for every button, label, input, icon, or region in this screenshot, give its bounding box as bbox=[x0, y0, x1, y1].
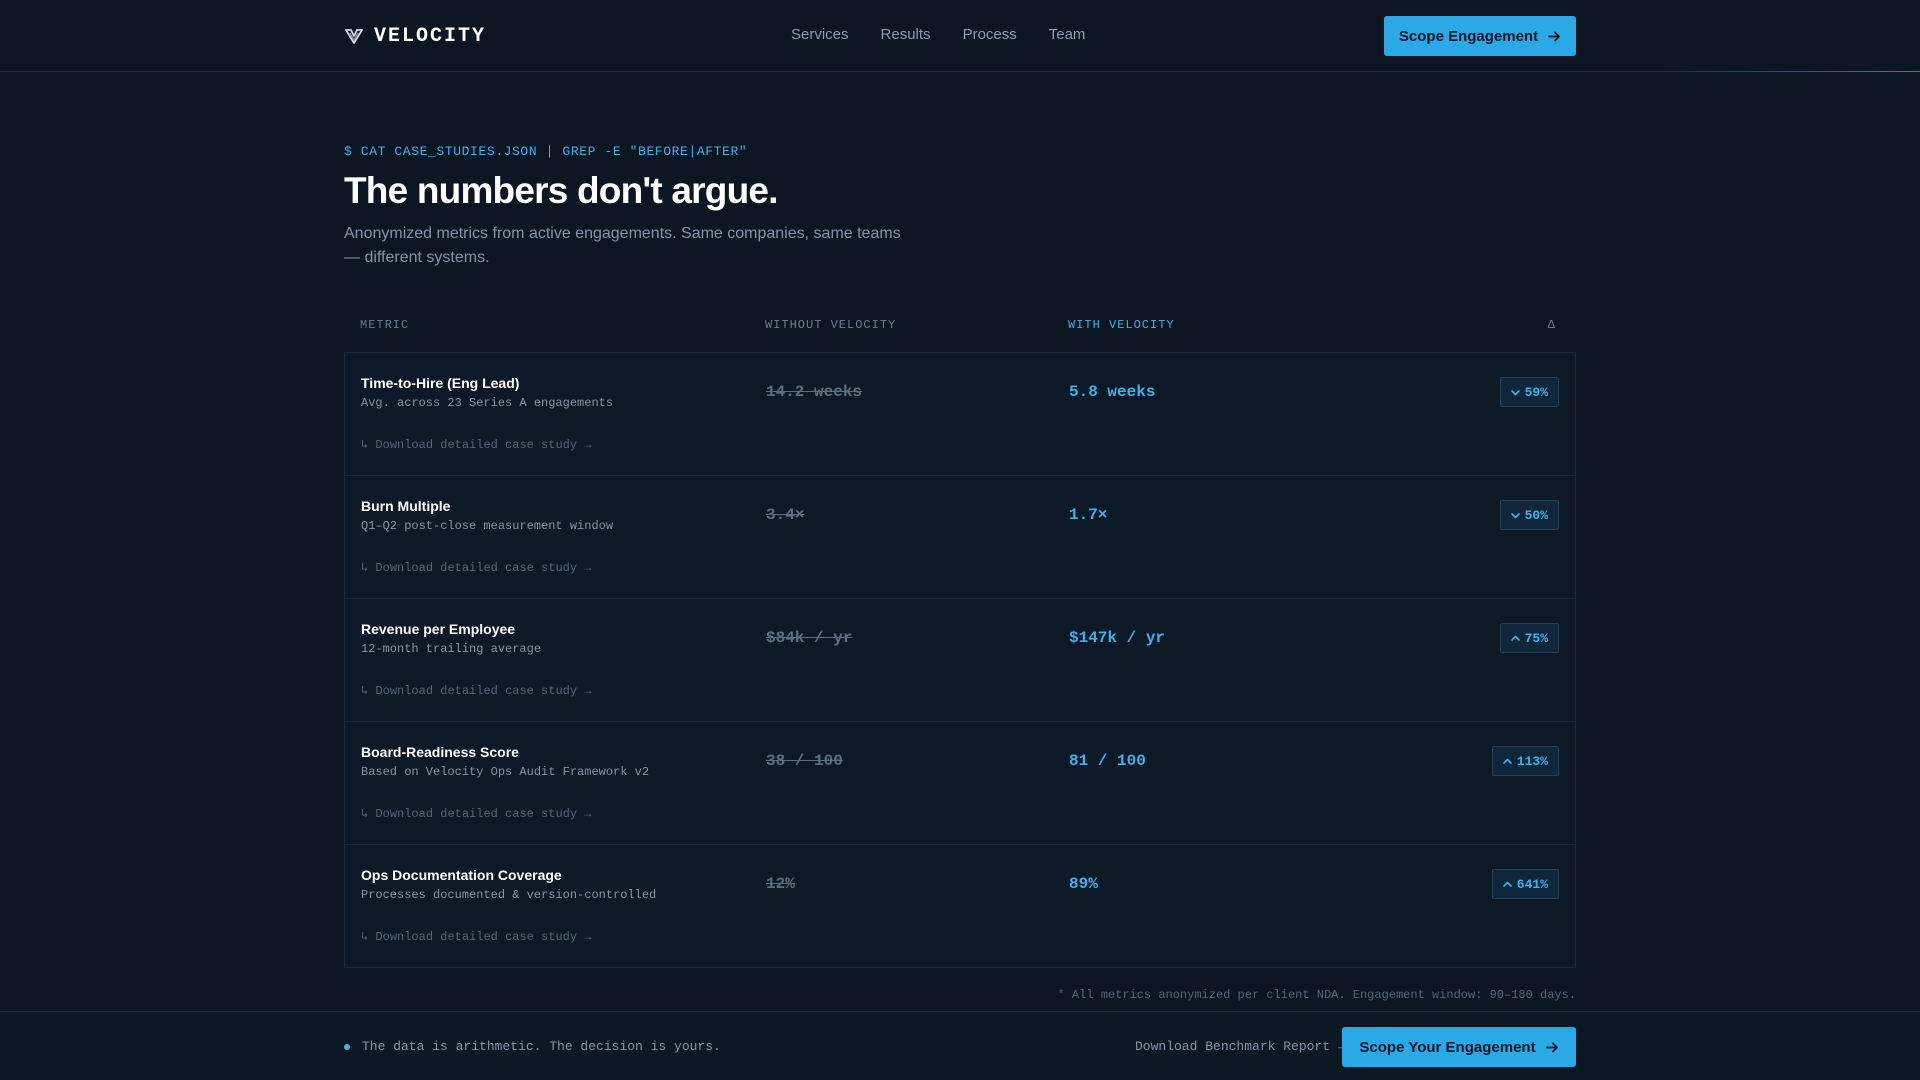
value-without-velocity: 12% bbox=[766, 875, 795, 893]
metric-subtitle: Based on Velocity Ops Audit Framework v2 bbox=[361, 765, 650, 779]
arrow-right-icon bbox=[1545, 1042, 1558, 1052]
footnote: * All metrics anonymized per client NDA.… bbox=[1057, 988, 1576, 1002]
top-nav: VELOCITY Services Results Process Team S… bbox=[0, 0, 1920, 72]
table-row: Ops Documentation Coverage Processes docu… bbox=[345, 845, 1575, 968]
value-without-velocity: 38 / 100 bbox=[766, 752, 843, 770]
nav-link-services[interactable]: Services bbox=[791, 26, 849, 43]
column-header-without: WITHOUT VELOCITY bbox=[765, 318, 897, 332]
metric-subtitle: 12-month trailing average bbox=[361, 642, 542, 656]
nav-links: Services Results Process Team bbox=[791, 26, 1085, 43]
nav-divider-glow bbox=[1660, 71, 1920, 72]
value-with-velocity: 1.7× bbox=[1069, 506, 1108, 524]
table-row: Time-to-Hire (Eng Lead) Avg. across 23 Se… bbox=[345, 353, 1575, 476]
bottom-bar: The data is arithmetic. The decision is … bbox=[0, 1011, 1920, 1080]
velocity-logo-icon bbox=[345, 29, 363, 44]
delta-badge: 59% bbox=[1499, 377, 1559, 407]
nav-link-process[interactable]: Process bbox=[963, 26, 1017, 43]
download-case-study-link[interactable]: ↳ Download detailed case study → bbox=[361, 560, 591, 575]
table-row: Board-Readiness Score Based on Velocity O… bbox=[345, 722, 1575, 845]
chevron-up-icon bbox=[1502, 758, 1512, 764]
value-with-velocity: 89% bbox=[1069, 875, 1098, 893]
delta-value: 641% bbox=[1516, 876, 1548, 892]
delta-badge: 641% bbox=[1491, 869, 1559, 899]
download-case-study-link[interactable]: ↳ Download detailed case study → bbox=[361, 806, 591, 821]
metric-subtitle: Processes documented & version-controlle… bbox=[361, 888, 657, 902]
value-with-velocity: 81 / 100 bbox=[1069, 752, 1146, 770]
delta-value: 50% bbox=[1524, 507, 1548, 523]
metric-title: Revenue per Employee bbox=[361, 621, 516, 637]
nav-link-results[interactable]: Results bbox=[881, 26, 931, 43]
metric-subtitle: Q1–Q2 post-close measurement window bbox=[361, 519, 614, 533]
delta-value: 59% bbox=[1524, 384, 1548, 400]
metric-title: Burn Multiple bbox=[361, 498, 451, 514]
table-row: Burn Multiple Q1–Q2 post-close measuremen… bbox=[345, 476, 1575, 599]
delta-value: 113% bbox=[1516, 753, 1548, 769]
download-benchmark-link[interactable]: Download Benchmark Report → bbox=[1135, 1039, 1346, 1054]
chevron-down-icon bbox=[1510, 389, 1520, 395]
table-row: Revenue per Employee 12-month trailing av… bbox=[345, 599, 1575, 722]
download-case-study-link[interactable]: ↳ Download detailed case study → bbox=[361, 437, 591, 452]
nav-link-team[interactable]: Team bbox=[1049, 26, 1086, 43]
status-dot bbox=[344, 1044, 350, 1050]
column-header-metric: METRIC bbox=[360, 318, 410, 332]
delta-badge: 50% bbox=[1499, 500, 1559, 530]
delta-value: 75% bbox=[1524, 630, 1548, 646]
brand[interactable]: VELOCITY bbox=[344, 22, 486, 50]
download-case-study-link[interactable]: ↳ Download detailed case study → bbox=[361, 683, 591, 698]
scope-engagement-button[interactable]: Scope Engagement bbox=[1384, 16, 1576, 56]
column-header-delta: Δ bbox=[1547, 318, 1556, 332]
scope-your-engagement-label: Scope Your Engagement bbox=[1359, 1038, 1536, 1056]
chevron-up-icon bbox=[1502, 881, 1512, 887]
brand-name: VELOCITY bbox=[374, 24, 487, 48]
delta-badge: 75% bbox=[1499, 623, 1559, 653]
scope-your-engagement-button[interactable]: Scope Your Engagement bbox=[1342, 1027, 1576, 1067]
delta-badge: 113% bbox=[1491, 746, 1559, 776]
scope-engagement-label: Scope Engagement bbox=[1398, 27, 1539, 45]
arrow-right-icon bbox=[1548, 31, 1560, 41]
terminal-command: $ CAT CASE_STUDIES.JSON | GREP -E "BEFOR… bbox=[344, 144, 748, 159]
comparison-table-header: METRIC WITHOUT VELOCITY WITH VELOCITY Δ bbox=[344, 318, 1576, 334]
page-title: The numbers don't argue. bbox=[344, 170, 778, 211]
value-without-velocity: $84k / yr bbox=[766, 629, 853, 647]
metric-subtitle: Avg. across 23 Series A engagements bbox=[361, 396, 614, 410]
download-case-study-link[interactable]: ↳ Download detailed case study → bbox=[361, 929, 591, 944]
page-subtitle: Anonymized metrics from active engagemen… bbox=[344, 225, 901, 266]
status-text: The data is arithmetic. The decision is … bbox=[362, 1039, 721, 1054]
value-without-velocity: 3.4× bbox=[766, 506, 805, 524]
metric-title: Ops Documentation Coverage bbox=[361, 867, 562, 883]
column-header-with: WITH VELOCITY bbox=[1068, 318, 1175, 332]
comparison-table: Time-to-Hire (Eng Lead) Avg. across 23 Se… bbox=[344, 352, 1576, 968]
chevron-down-icon bbox=[1510, 512, 1520, 518]
metric-title: Board-Readiness Score bbox=[361, 744, 519, 760]
value-with-velocity: 5.8 weeks bbox=[1069, 383, 1156, 401]
metric-title: Time-to-Hire (Eng Lead) bbox=[361, 375, 520, 391]
value-with-velocity: $147k / yr bbox=[1069, 629, 1166, 647]
value-without-velocity: 14.2 weeks bbox=[766, 383, 863, 401]
chevron-up-icon bbox=[1510, 635, 1520, 641]
